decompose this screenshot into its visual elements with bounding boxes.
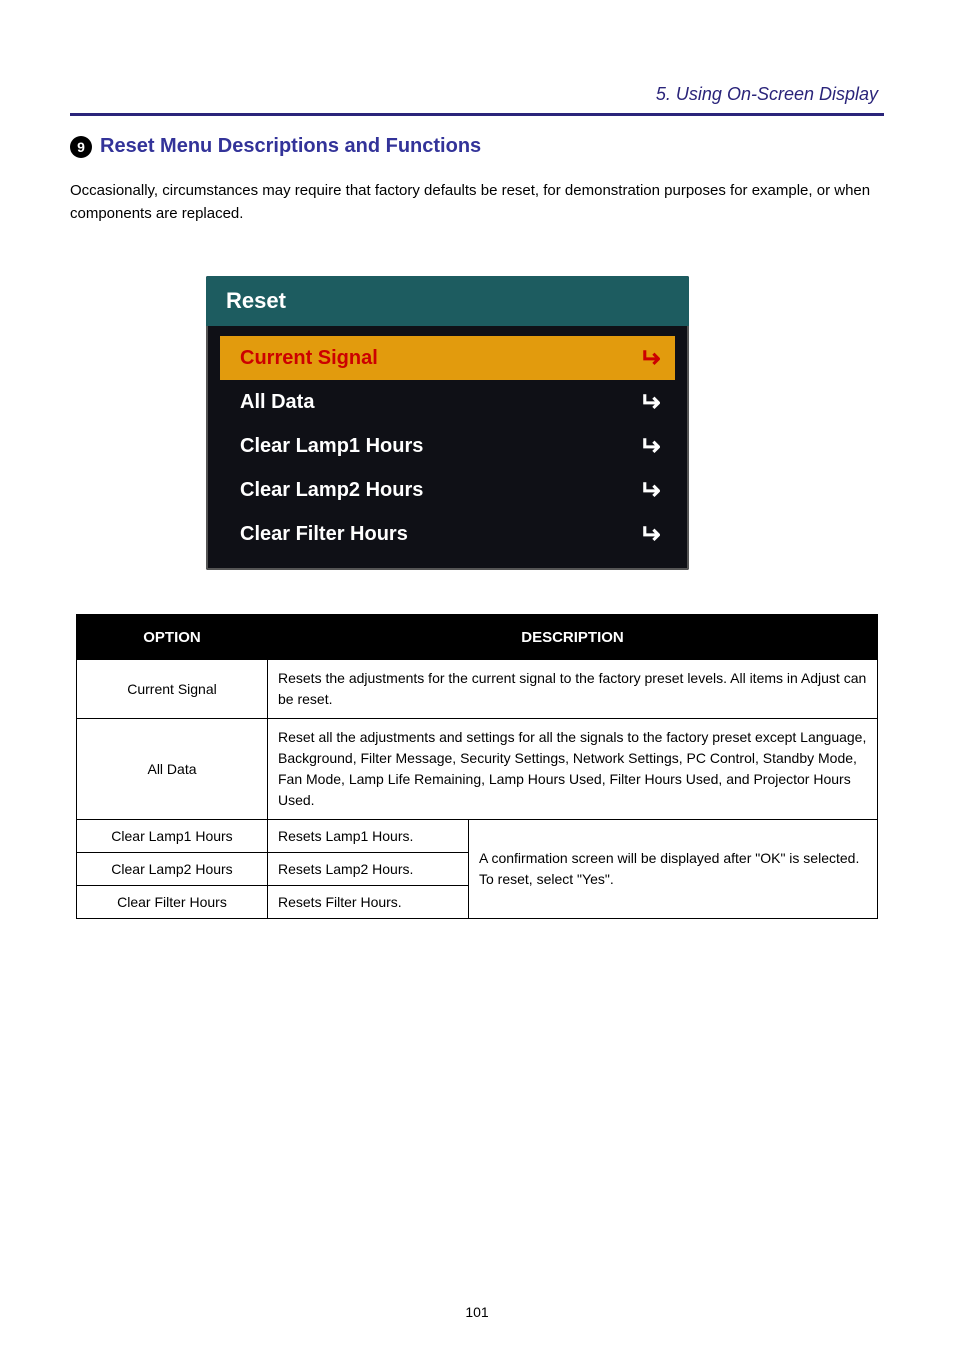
osd-item-all-data[interactable]: All Data ↵: [220, 380, 675, 424]
osd-item-label: Clear Filter Hours: [240, 523, 408, 546]
osd-item-label: All Data: [240, 391, 314, 414]
desc-clear-filter: Resets Filter Hours.: [268, 886, 469, 919]
enter-icon: ↵: [639, 345, 661, 371]
opt-clear-filter: Clear Filter Hours: [77, 886, 268, 919]
desc-clear-lamp2: Resets Lamp2 Hours.: [268, 853, 469, 886]
enter-icon: ↵: [639, 389, 661, 415]
section-number-badge: 9: [70, 136, 92, 158]
opt-clear-lamp1: Clear Lamp1 Hours: [77, 820, 268, 853]
osd-reset-menu: Reset Current Signal ↵ All Data ↵ Clear …: [206, 276, 689, 570]
osd-item-clear-filter[interactable]: Clear Filter Hours ↵: [220, 512, 675, 556]
enter-icon: ↵: [639, 433, 661, 459]
desc-shared-instructions: A confirmation screen will be displayed …: [469, 820, 878, 919]
th-option: OPTION: [77, 615, 268, 660]
opt-all-data: All Data: [77, 719, 268, 820]
osd-item-current-signal[interactable]: Current Signal ↵: [220, 336, 675, 380]
opt-clear-lamp2: Clear Lamp2 Hours: [77, 853, 268, 886]
th-description: DESCRIPTION: [268, 615, 878, 660]
desc-all-data: Reset all the adjustments and settings f…: [268, 719, 878, 820]
opt-current-signal: Current Signal: [77, 660, 268, 719]
reset-description-table: OPTION DESCRIPTION Current Signal Resets…: [76, 614, 878, 919]
osd-menu-title: Reset: [206, 276, 689, 326]
enter-icon: ↵: [639, 521, 661, 547]
desc-current-signal: Resets the adjustments for the current s…: [268, 660, 878, 719]
section-heading: Reset Menu Descriptions and Functions: [100, 135, 481, 158]
osd-item-clear-lamp1[interactable]: Clear Lamp1 Hours ↵: [220, 424, 675, 468]
page-title: 5. Using On-Screen Display: [656, 84, 878, 105]
section-intro-text: Occasionally, circumstances may require …: [70, 180, 884, 225]
section-header: 9 Reset Menu Descriptions and Functions: [70, 135, 481, 158]
osd-menu-body: Current Signal ↵ All Data ↵ Clear Lamp1 …: [206, 326, 689, 570]
page-number: 101: [0, 1304, 954, 1320]
title-separator: [70, 113, 884, 116]
osd-item-label: Clear Lamp2 Hours: [240, 479, 423, 502]
osd-item-label: Current Signal: [240, 347, 378, 370]
desc-clear-lamp1: Resets Lamp1 Hours.: [268, 820, 469, 853]
osd-item-clear-lamp2[interactable]: Clear Lamp2 Hours ↵: [220, 468, 675, 512]
osd-item-label: Clear Lamp1 Hours: [240, 435, 423, 458]
enter-icon: ↵: [639, 477, 661, 503]
